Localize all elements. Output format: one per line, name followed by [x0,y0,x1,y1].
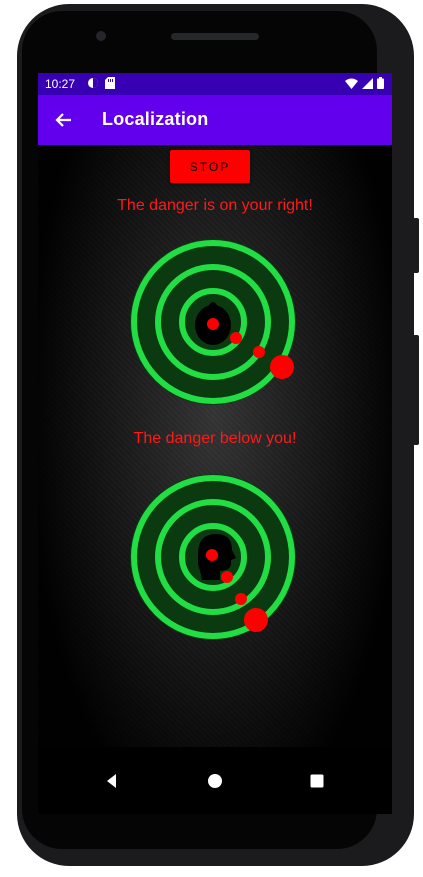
back-nav-icon[interactable] [102,771,122,791]
recents-nav-icon[interactable] [307,771,327,791]
power-button [413,218,419,273]
status-time: 10:27 [45,77,76,91]
radar-top-view [130,239,296,405]
navigation-bar [38,747,392,814]
signal-icon [362,77,373,89]
page-title: Localization [102,109,209,129]
danger-dot-medium [235,593,247,605]
wifi-icon [345,78,358,89]
radar-side-view [130,474,296,640]
data-saver-icon [88,78,98,88]
danger-message-right: The danger is on your right! [117,197,313,214]
danger-dot-small [221,571,233,583]
danger-dot-large [244,608,268,632]
danger-dot-small [230,332,242,344]
front-camera [96,31,106,41]
home-nav-icon[interactable] [205,771,225,791]
volume-button [413,335,419,445]
sd-card-icon [105,77,115,89]
app-bar: Localization [38,95,392,145]
stop-button[interactable]: STOP [170,150,250,183]
danger-dot-large [270,355,294,379]
screen: 10:27 Localization STOP The danger is on… [38,73,392,814]
status-system-icons [345,77,384,89]
status-notification-icons [87,77,115,89]
status-bar: 10:27 [38,73,392,95]
danger-dot-medium [253,346,265,358]
danger-dot-center [206,549,218,561]
danger-dot-center [207,318,219,330]
back-arrow-icon[interactable] [52,109,74,131]
earpiece-speaker [171,33,259,40]
danger-message-below: The danger below you! [133,430,297,447]
main-content: STOP The danger is on your right! The da… [38,145,392,814]
battery-icon [377,77,384,89]
